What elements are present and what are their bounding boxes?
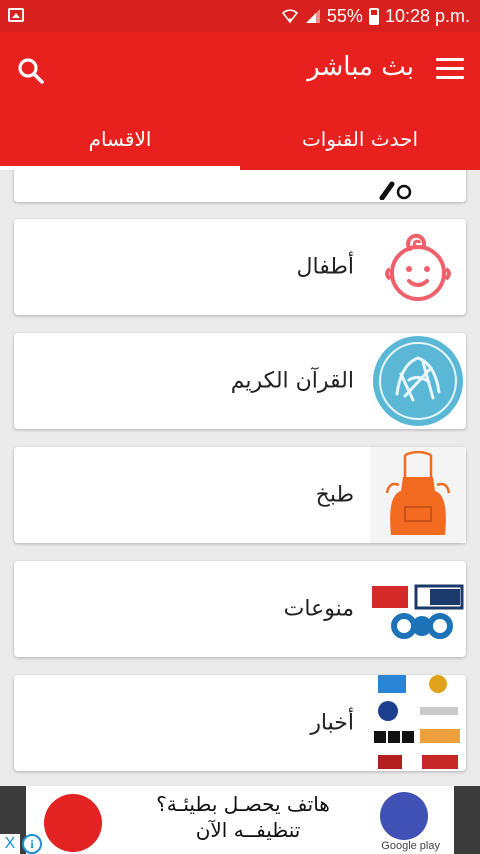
thumbnail <box>370 561 466 657</box>
cleaner-app-icon <box>380 792 428 840</box>
list-item-quran[interactable]: القرآن الكريم <box>14 333 466 429</box>
thumbnail <box>370 219 466 315</box>
status-bar: 55% 10:28 p.m. <box>0 0 480 32</box>
thumbnail <box>370 447 466 543</box>
baby-face-icon <box>385 233 451 301</box>
status-right: 55% 10:28 p.m. <box>281 4 470 28</box>
tab-latest-channels[interactable]: احدث القنوات <box>240 108 480 170</box>
page-title: بث مباشر <box>307 52 414 82</box>
thumbnail <box>370 675 466 771</box>
list-item-label: القرآن الكريم <box>230 368 354 394</box>
list-item-kids[interactable]: أطفال <box>14 219 466 315</box>
gallery-notification-icon <box>8 8 24 22</box>
variety-channels-logos <box>372 584 464 639</box>
news-channels-logos <box>374 675 460 769</box>
ad-close-icon[interactable]: X <box>0 834 20 854</box>
list-item-label: أطفال <box>296 254 354 280</box>
list-item-label: طبخ <box>315 482 354 508</box>
app-bar: بث مباشر الاقسام احدث القنوات <box>0 32 480 170</box>
battery-percent: 55% <box>326 5 363 26</box>
battery-icon <box>368 7 379 25</box>
tab-categories[interactable]: الاقسام <box>0 108 240 170</box>
list-item[interactable] <box>14 170 466 202</box>
ad-subline: تنظيفــه الآن <box>195 818 301 842</box>
list-item-label: أخبار <box>310 710 354 736</box>
google-play-badge[interactable]: Google play <box>381 840 440 852</box>
ad-info-icon[interactable]: i <box>22 834 42 854</box>
list-item-news[interactable]: أخبار <box>14 675 466 771</box>
category-list: أطفال القرآن الكريم طبخ منوعات أخبار <box>0 170 480 786</box>
list-item-label: منوعات <box>283 596 354 622</box>
wifi-icon <box>281 9 298 24</box>
list-item-cooking[interactable]: طبخ <box>14 447 466 543</box>
signal-icon <box>305 9 320 23</box>
menu-icon[interactable] <box>436 58 464 80</box>
tab-bar: الاقسام احدث القنوات <box>0 108 480 170</box>
ad-headline: هاتف يحصـل بطيئـة؟ <box>156 792 330 816</box>
sports-icon <box>379 181 412 200</box>
toolbar: بث مباشر <box>0 32 480 108</box>
ad-banner[interactable]: هاتف يحصـل بطيئـة؟ تنظيفــه الآن Google … <box>0 786 480 854</box>
ad-content[interactable]: هاتف يحصـل بطيئـة؟ تنظيفــه الآن Google … <box>26 786 454 854</box>
list-item-variety[interactable]: منوعات <box>14 561 466 657</box>
quran-calligraphy-icon <box>373 336 463 426</box>
apron-icon <box>385 451 451 535</box>
thumbnail <box>370 333 466 429</box>
clock: 10:28 p.m. <box>384 5 470 26</box>
search-icon[interactable] <box>14 54 48 88</box>
stop-hand-icon <box>44 794 102 852</box>
